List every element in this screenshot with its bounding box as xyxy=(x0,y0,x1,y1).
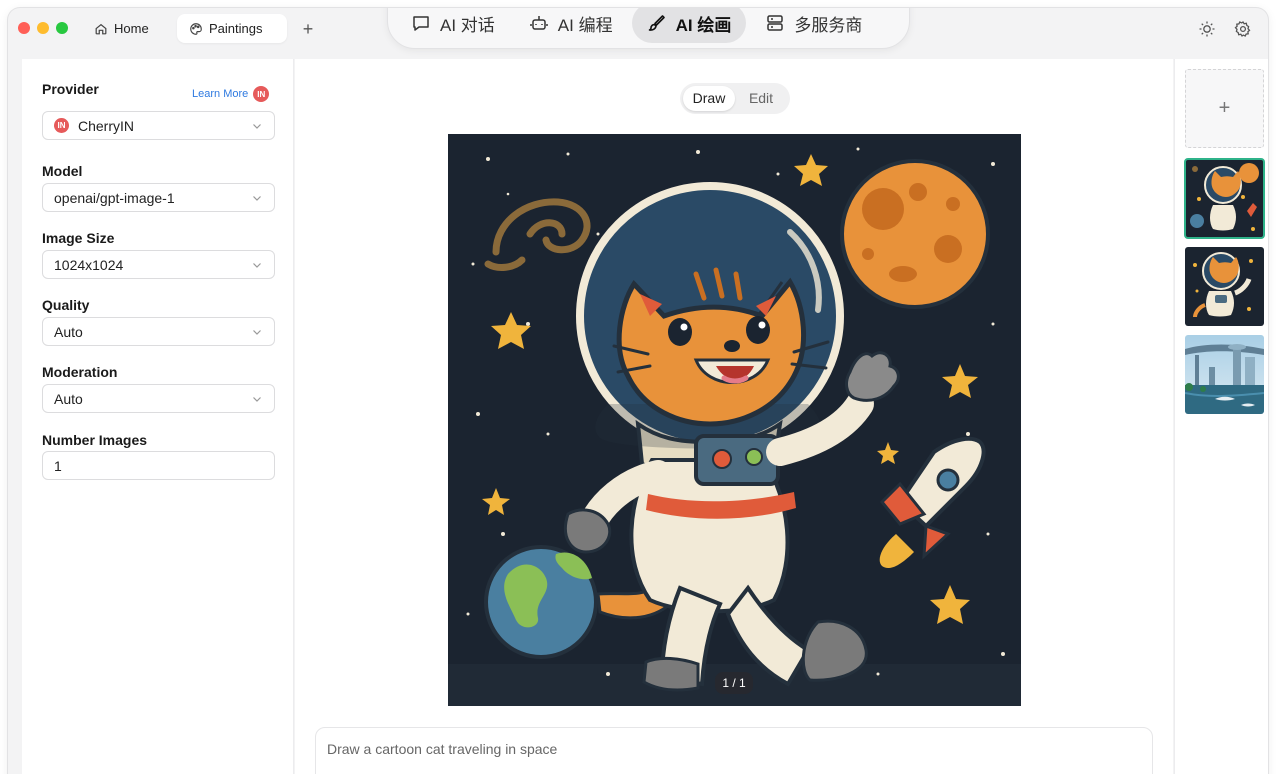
nav-ai-coding-label: AI 编程 xyxy=(557,15,613,35)
quality-select[interactable]: Auto xyxy=(42,317,275,346)
provider-logo-icon: IN xyxy=(253,86,270,102)
app-window: Home Paintings + Provider Learn More IN … xyxy=(8,8,1268,774)
chevron-down-icon xyxy=(253,196,261,201)
server-icon xyxy=(767,15,784,31)
prompt-text: Draw a cartoon cat traveling in space xyxy=(327,741,558,757)
close-window-button[interactable] xyxy=(18,22,30,34)
mode-toggle: Draw Edit xyxy=(680,83,790,114)
cat-astronaut-thumb[interactable] xyxy=(1184,158,1265,239)
history-gallery: + xyxy=(1174,59,1268,774)
number-images-label: Number Images xyxy=(42,432,148,448)
nav-multi-provider-label: 多服务商 xyxy=(794,15,863,35)
learn-more-text: Learn More xyxy=(192,88,249,100)
tab-home-label: Home xyxy=(114,21,149,36)
quality-label: Quality xyxy=(42,297,90,313)
brush-icon xyxy=(648,15,665,31)
nav-ai-coding[interactable]: AI 编程 xyxy=(514,8,628,43)
new-tab-button[interactable]: + xyxy=(298,19,318,39)
provider-value: CherryIN xyxy=(78,117,135,134)
home-icon xyxy=(95,23,107,34)
chevron-down-icon xyxy=(253,397,261,402)
provider-select[interactable]: IN CherryIN xyxy=(42,111,275,140)
prompt-input[interactable]: Draw a cartoon cat traveling in space xyxy=(315,727,1153,774)
nav-ai-painting-label: AI 绘画 xyxy=(675,15,732,35)
cat-astronaut-thumb-2[interactable] xyxy=(1185,247,1264,326)
provider-label: Provider xyxy=(42,81,99,97)
top-navigation: AI 对话 AI 编程 AI 绘画 多服务商 xyxy=(387,8,910,49)
number-images-value: 1 xyxy=(54,457,62,474)
gear-icon[interactable] xyxy=(1234,20,1252,38)
futuristic-city-thumb[interactable] xyxy=(1185,335,1264,414)
image-size-label: Image Size xyxy=(42,230,115,246)
moderation-select[interactable]: Auto xyxy=(42,384,275,413)
tab-paintings[interactable]: Paintings xyxy=(177,14,287,43)
model-label: Model xyxy=(42,163,83,179)
robot-icon xyxy=(530,16,548,30)
chat-bubble-icon xyxy=(413,16,429,31)
image-size-value: 1024x1024 xyxy=(54,256,124,273)
moderation-label: Moderation xyxy=(42,364,118,380)
quality-value: Auto xyxy=(54,323,83,340)
minimize-window-button[interactable] xyxy=(37,22,49,34)
nav-ai-chat[interactable]: AI 对话 xyxy=(396,8,510,43)
chevron-down-icon xyxy=(253,263,261,268)
maximize-window-button[interactable] xyxy=(56,22,68,34)
image-counter: 1 / 1 xyxy=(715,672,753,694)
tab-paintings-label: Paintings xyxy=(209,21,263,36)
moderation-value: Auto xyxy=(54,390,83,407)
chevron-down-icon xyxy=(253,124,261,129)
generated-image xyxy=(448,134,1021,706)
number-images-input[interactable]: 1 xyxy=(42,451,275,480)
draw-mode-button[interactable]: Draw xyxy=(683,86,735,111)
new-painting-button[interactable]: + xyxy=(1185,69,1264,148)
nav-multi-provider[interactable]: 多服务商 xyxy=(750,8,877,43)
model-select[interactable]: openai/gpt-image-1 xyxy=(42,183,275,212)
settings-sidebar: Provider Learn More IN IN CherryIN Model… xyxy=(22,59,294,774)
model-value: openai/gpt-image-1 xyxy=(54,189,175,206)
chevron-down-icon xyxy=(253,330,261,335)
nav-ai-chat-label: AI 对话 xyxy=(440,15,495,35)
painting-canvas-area: Draw Edit 1 / 1 Draw a cartoon cat trave… xyxy=(295,59,1173,774)
image-size-select[interactable]: 1024x1024 xyxy=(42,250,275,279)
cherryin-icon: IN xyxy=(54,118,69,133)
edit-mode-button[interactable]: Edit xyxy=(735,86,787,111)
nav-ai-painting[interactable]: AI 绘画 xyxy=(631,8,747,43)
palette-icon xyxy=(190,22,202,35)
tab-home[interactable]: Home xyxy=(82,14,161,43)
sun-icon[interactable] xyxy=(1198,20,1216,38)
learn-more-link[interactable]: Learn More IN xyxy=(192,86,270,102)
